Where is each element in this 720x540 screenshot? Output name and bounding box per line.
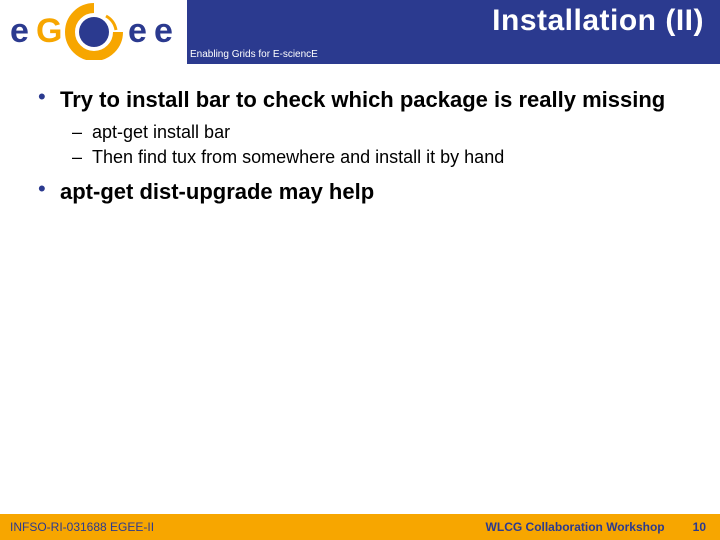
- footer-conference: WLCG Collaboration Workshop: [486, 520, 665, 534]
- bullet-item: Try to install bar to check which packag…: [30, 86, 690, 168]
- svg-text:G: G: [36, 12, 62, 50]
- header: e G e e Installation (II) Enabling Grids…: [0, 0, 720, 64]
- footer-left: INFSO-RI-031688 EGEE-II: [10, 520, 154, 534]
- footer-page: 10: [693, 520, 706, 534]
- slide: e G e e Installation (II) Enabling Grids…: [0, 0, 720, 540]
- svg-text:e: e: [10, 12, 29, 50]
- bullet-item: apt-get dist-upgrade may help: [30, 178, 690, 206]
- footer: INFSO-RI-031688 EGEE-II WLCG Collaborati…: [0, 514, 720, 540]
- bullet-list: Try to install bar to check which packag…: [30, 86, 690, 205]
- body: Try to install bar to check which packag…: [0, 64, 720, 514]
- tagline: Enabling Grids for E-sciencE: [190, 49, 318, 60]
- sub-bullet-list: apt-get install bar Then find tux from s…: [72, 122, 690, 168]
- bullet-text: Try to install bar to check which packag…: [60, 86, 690, 114]
- egee-logo: e G e e: [8, 2, 178, 60]
- bullet-text: apt-get dist-upgrade may help: [60, 178, 690, 206]
- sub-bullet-item: apt-get install bar: [72, 122, 690, 143]
- slide-title: Installation (II): [492, 4, 704, 38]
- svg-text:e: e: [128, 12, 147, 50]
- svg-text:e: e: [154, 12, 173, 50]
- footer-right: WLCG Collaboration Workshop 10: [486, 520, 706, 534]
- sub-bullet-item: Then find tux from somewhere and install…: [72, 147, 690, 168]
